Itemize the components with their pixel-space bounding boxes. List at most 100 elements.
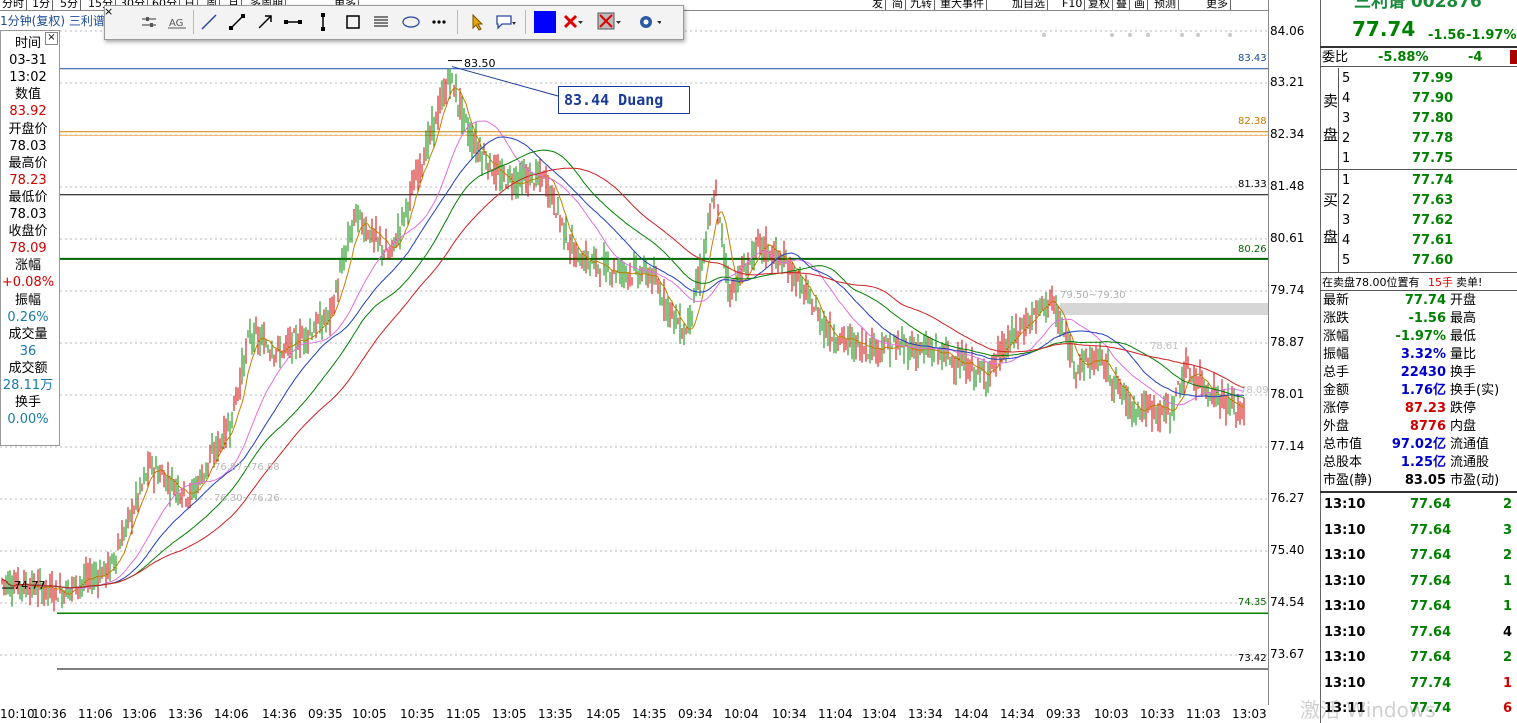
top-right-tab[interactable]: 九转 xyxy=(908,0,935,10)
bid-level: 4 xyxy=(1342,233,1351,248)
stat-label-right: 量比 xyxy=(1450,347,1477,362)
event-dot xyxy=(1110,33,1114,37)
stat-label-right: 内盘 xyxy=(1450,419,1477,434)
kline-chart[interactable] xyxy=(0,10,1268,705)
x-tick-label: 13:35 xyxy=(538,707,573,721)
tick-volume: 4 xyxy=(1503,624,1513,640)
delete-icon[interactable] xyxy=(561,11,585,33)
y-tick-label: 73.67 xyxy=(1270,647,1305,661)
ask-side-label-2: 盘 xyxy=(1323,126,1339,144)
color-swatch-icon[interactable] xyxy=(533,11,557,33)
more-icon[interactable] xyxy=(427,11,451,33)
stat-label: 涨停 xyxy=(1323,401,1350,416)
info-row: 0.26% xyxy=(7,309,49,325)
period-tab[interactable]: 分时 xyxy=(0,0,27,10)
vertical-line-icon[interactable] xyxy=(311,11,335,33)
stat-label: 金额 xyxy=(1323,383,1350,398)
rectangle-icon[interactable] xyxy=(341,11,365,33)
x-tick-label: 10:10 xyxy=(0,707,35,721)
x-tick-label: 09:33 xyxy=(1046,707,1081,721)
top-right-tab[interactable]: 发 xyxy=(870,0,886,10)
info-panel-close-icon[interactable]: × xyxy=(45,32,58,45)
divider xyxy=(1320,169,1517,170)
info-row: 78.03 xyxy=(9,207,47,222)
info-row: 数值 xyxy=(14,87,41,103)
info-row: 成交量 xyxy=(8,326,48,342)
toolbar-close-icon[interactable]: × xyxy=(104,6,114,18)
pointer-icon[interactable] xyxy=(465,11,489,33)
stat-label: 总股本 xyxy=(1323,455,1363,470)
info-row: 换手 xyxy=(14,395,41,411)
period-tab[interactable]: 5分 xyxy=(58,0,81,10)
info-row: 36 xyxy=(19,343,37,359)
tick-volume: 1 xyxy=(1503,675,1513,691)
callout-text: 83.44 Duang xyxy=(564,91,664,109)
x-tick-label: 14:06 xyxy=(214,707,249,721)
more-arrow-icon[interactable] xyxy=(1236,0,1268,10)
tick-price: 77.64 xyxy=(1410,599,1452,614)
bid-side-label-1: 买 xyxy=(1323,191,1339,209)
info-row: 03-31 xyxy=(9,53,47,69)
cursor-settings-icon[interactable] xyxy=(137,11,161,33)
ellipse-icon[interactable] xyxy=(399,11,423,33)
info-row: 28.11万 xyxy=(2,378,54,393)
top-right-tab[interactable]: F10 xyxy=(1060,0,1086,10)
top-right-tab[interactable]: 更多 xyxy=(1204,0,1231,10)
event-dot xyxy=(1146,33,1150,37)
top-right-tab[interactable]: 叠 xyxy=(1114,0,1130,10)
ray-icon[interactable] xyxy=(225,11,249,33)
y-tick-label: 79.74 xyxy=(1270,283,1305,297)
top-right-tab[interactable]: 重大事件 xyxy=(938,0,987,10)
y-tick-label: 78.01 xyxy=(1270,387,1305,401)
ask-price: 77.80 xyxy=(1412,111,1454,126)
stat-label: 总市值 xyxy=(1323,437,1363,452)
top-right-tab[interactable]: 简 xyxy=(890,0,906,10)
text-abg-icon[interactable]: AG xyxy=(165,11,189,33)
order-notice-suffix: 卖单! xyxy=(1456,276,1483,289)
x-tick-label: 14:04 xyxy=(954,707,989,721)
comment-icon[interactable] xyxy=(493,11,517,33)
faint-label-1: 76.87~76.88 xyxy=(214,462,280,473)
info-row: 78.03 xyxy=(9,138,47,154)
tick-volume: 6 xyxy=(1503,701,1513,716)
tick-time: 13:10 xyxy=(1324,624,1366,640)
stat-value: 1.25亿 xyxy=(1400,455,1446,470)
ask-level: 3 xyxy=(1342,111,1351,126)
line-icon[interactable] xyxy=(197,11,221,33)
arrow-line-icon[interactable] xyxy=(253,11,277,33)
stat-value: 22430 xyxy=(1400,365,1446,380)
divider xyxy=(1320,272,1517,273)
callout-box[interactable]: 83.44 Duang xyxy=(558,86,690,114)
settings-gear-icon[interactable] xyxy=(637,11,661,33)
y-tick-label: 74.54 xyxy=(1270,595,1305,609)
period-tab[interactable]: 1分 xyxy=(30,0,53,10)
top-right-tab[interactable]: 预测 xyxy=(1152,0,1179,10)
parallel-lines-icon[interactable] xyxy=(369,11,393,33)
weicha-value: -4 xyxy=(1468,50,1483,65)
top-right-tab[interactable]: 加自选 xyxy=(1010,0,1048,10)
bid-side-label-2: 盘 xyxy=(1323,228,1339,246)
stat-label-right: 市盈(动) xyxy=(1450,473,1500,488)
hide-drawing-icon[interactable] xyxy=(597,11,621,33)
top-right-tab[interactable]: 复权 xyxy=(1086,0,1113,10)
x-tick-label: 11:05 xyxy=(446,707,481,721)
stock-name-code: 三利谱 002876 xyxy=(1354,0,1482,12)
stat-label-right: 换手(实) xyxy=(1450,383,1500,398)
toolbar-separator xyxy=(457,10,458,34)
ask-price: 77.75 xyxy=(1412,151,1454,166)
info-row: +0.08% xyxy=(1,275,55,291)
stat-label: 最新 xyxy=(1323,293,1350,308)
y-tick-label: 75.40 xyxy=(1270,543,1305,557)
stat-value: 1.76亿 xyxy=(1400,383,1446,398)
moving-average-line xyxy=(1,120,1245,589)
tick-price: 77.64 xyxy=(1410,497,1452,512)
windows-watermark: 激活 Windows xyxy=(1300,698,1436,722)
callout-pointer xyxy=(451,66,559,97)
last-price: 77.74 xyxy=(1352,17,1416,41)
horizontal-segment-icon[interactable] xyxy=(281,11,305,33)
level-label: 81.33 xyxy=(1238,179,1267,190)
info-row: 0.00% xyxy=(7,412,49,428)
y-tick-label: 83.21 xyxy=(1270,75,1305,89)
stat-label-right: 换手 xyxy=(1450,365,1477,380)
top-right-tab[interactable]: 画 xyxy=(1132,0,1148,10)
